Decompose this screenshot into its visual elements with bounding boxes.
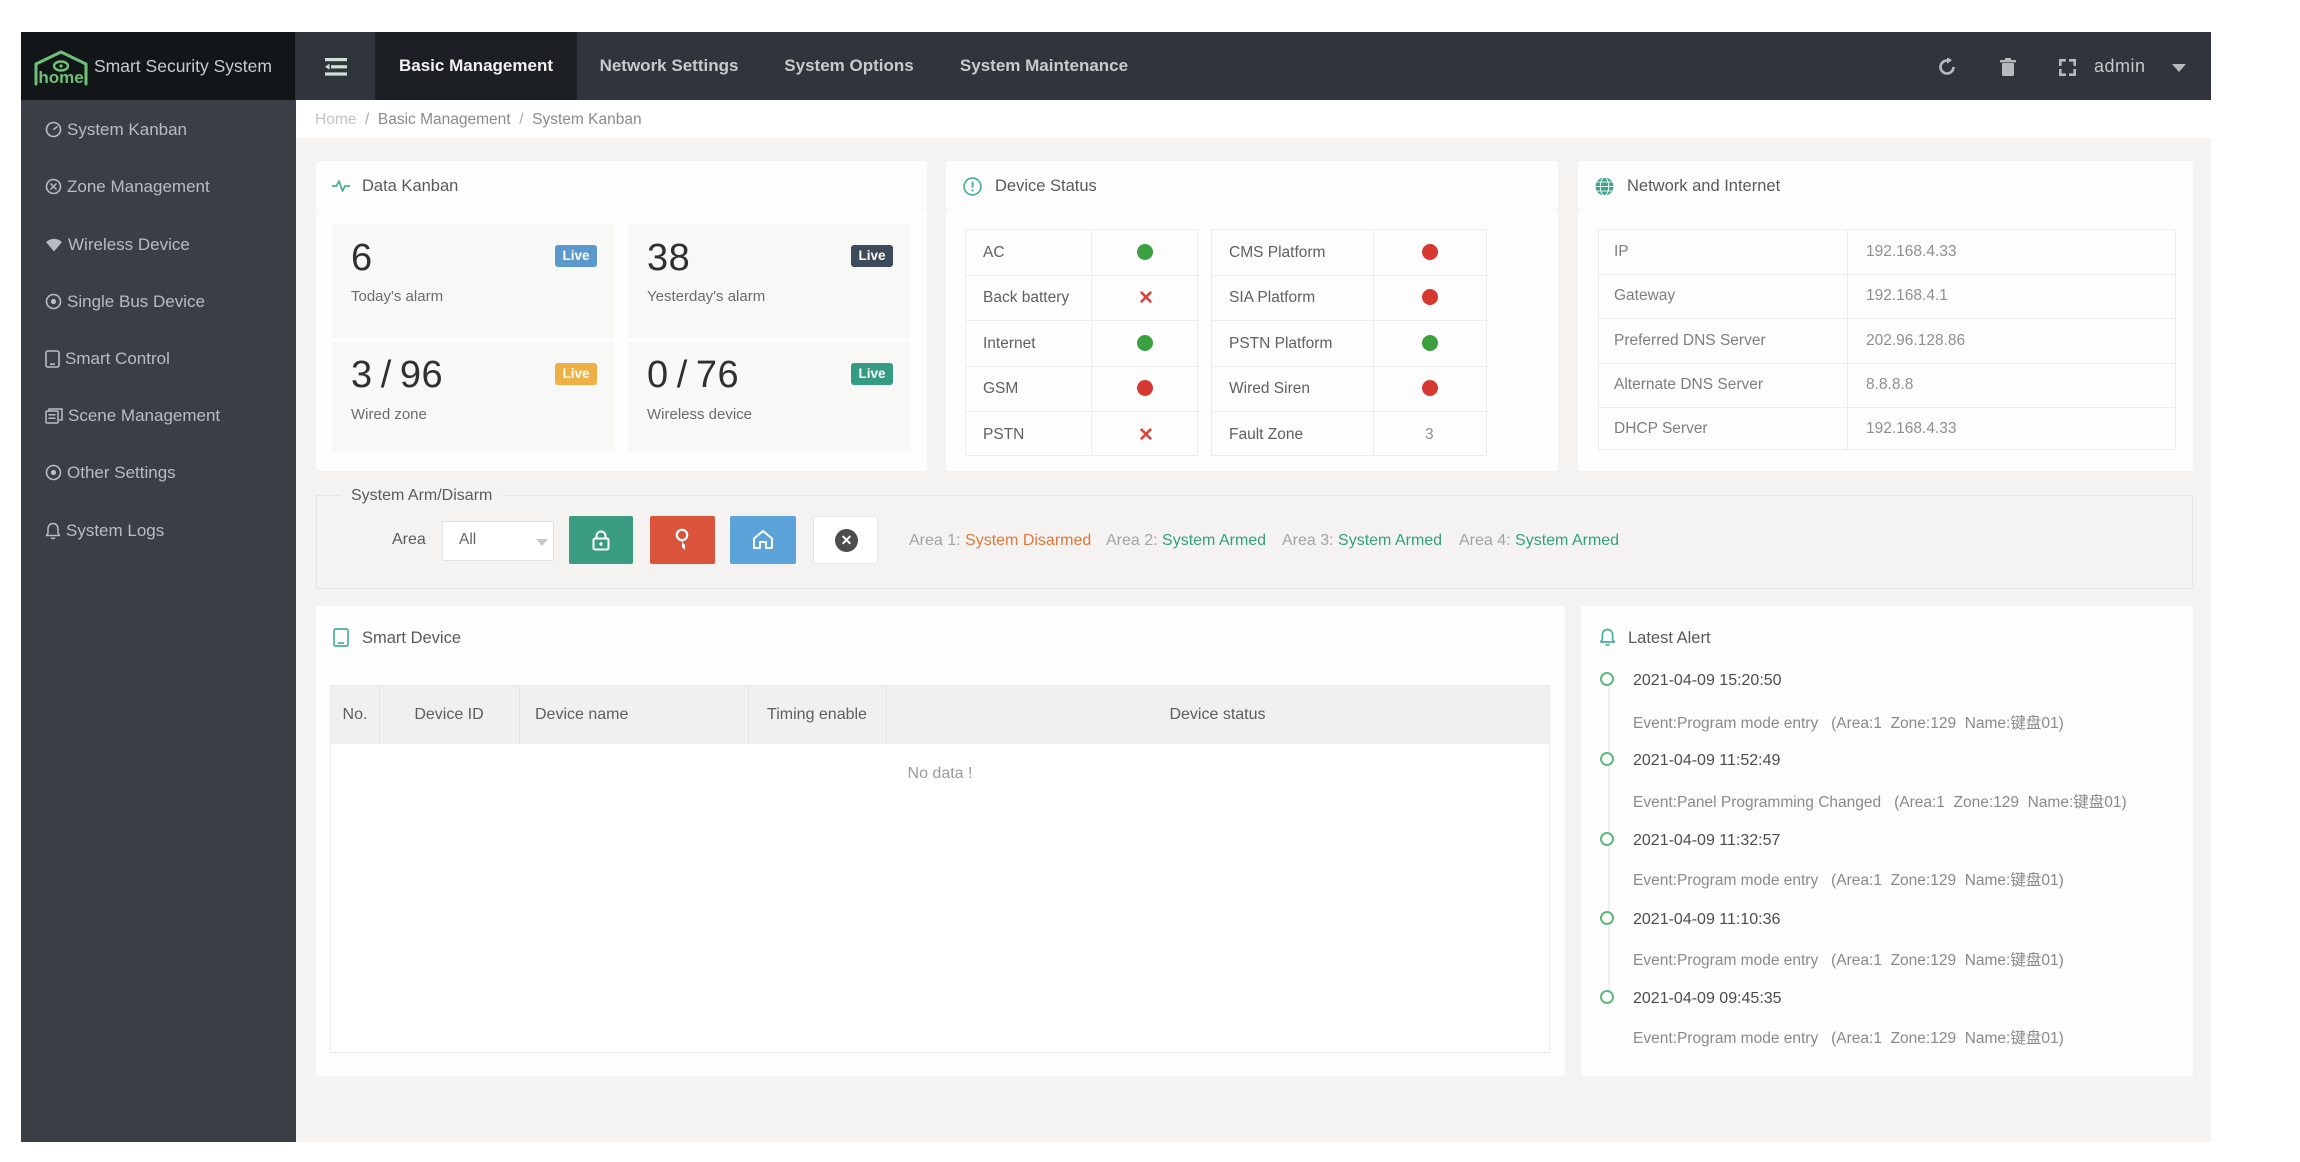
- svg-text:home: home: [38, 68, 83, 87]
